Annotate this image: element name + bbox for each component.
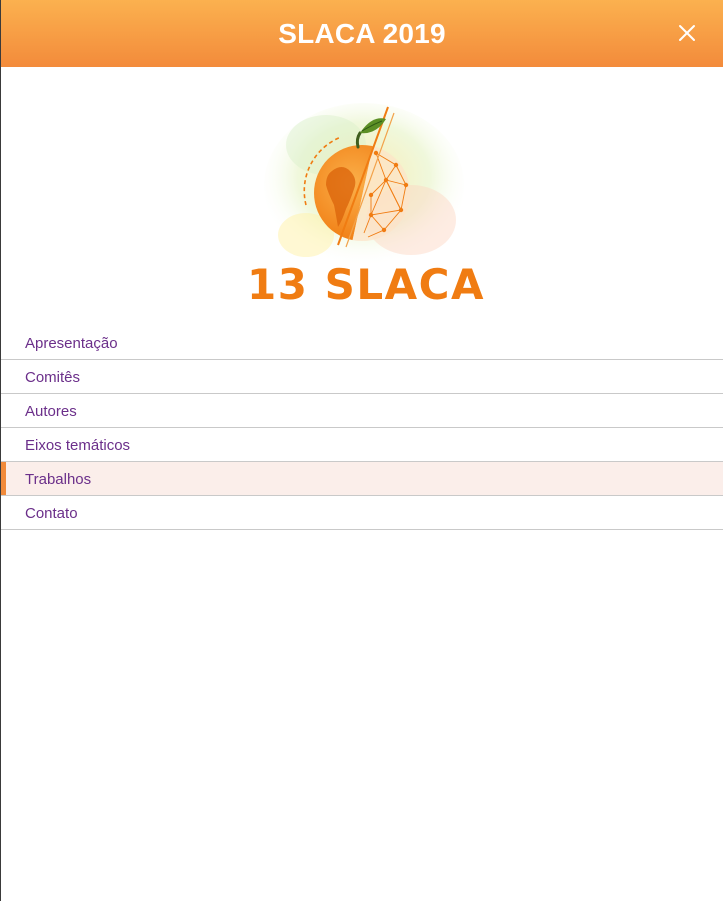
main-nav: Apresentação Comitês Autores Eixos temát… (1, 326, 723, 530)
nav-item-trabalhos[interactable]: Trabalhos (1, 462, 723, 496)
page-title: SLACA 2019 (278, 17, 446, 49)
nav-item-label: Apresentação (25, 335, 118, 352)
slaca-logo: 13 SLACA (247, 103, 485, 309)
menu-panel: SLACA 2019 13 SLACA Apresentação Comitês… (0, 0, 723, 901)
nav-item-comites[interactable]: Comitês (1, 360, 723, 394)
nav-item-label: Comitês (25, 369, 81, 386)
close-button[interactable] (673, 19, 701, 47)
close-icon (679, 25, 695, 41)
nav-item-eixos-tematicos[interactable]: Eixos temáticos (1, 428, 723, 462)
logo-text: 13 SLACA (247, 260, 485, 309)
nav-item-contato[interactable]: Contato (1, 496, 723, 530)
nav-item-label: Autores (25, 403, 77, 420)
nav-item-apresentacao[interactable]: Apresentação (1, 326, 723, 360)
nav-item-autores[interactable]: Autores (1, 394, 723, 428)
nav-item-label: Trabalhos (25, 471, 92, 488)
logo-area: 13 SLACA (1, 67, 723, 327)
nav-item-label: Contato (25, 505, 78, 522)
nav-item-label: Eixos temáticos (25, 437, 131, 454)
header-bar: SLACA 2019 (1, 0, 723, 67)
